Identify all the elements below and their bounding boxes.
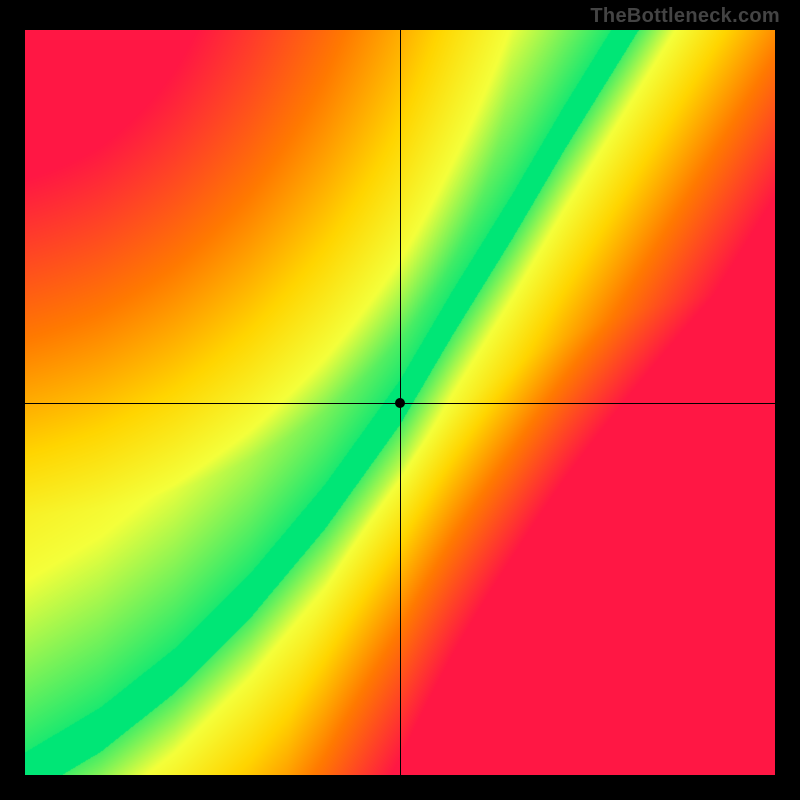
attribution-text: TheBottleneck.com	[590, 5, 780, 28]
plot-area	[25, 30, 775, 775]
center-marker-dot	[395, 398, 405, 408]
chart-frame: TheBottleneck.com	[0, 0, 800, 800]
